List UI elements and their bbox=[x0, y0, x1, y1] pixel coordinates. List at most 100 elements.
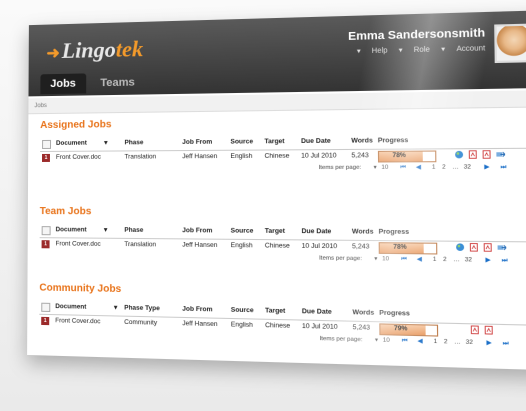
col-words[interactable]: Words bbox=[352, 309, 374, 317]
cell-phase-type: Community bbox=[124, 318, 158, 327]
user-name: Emma Sandersonsmith bbox=[348, 26, 486, 44]
next-page-icon[interactable]: ▶ bbox=[487, 340, 492, 347]
page-1[interactable]: 1 bbox=[434, 339, 438, 346]
prev-page-icon[interactable]: ◀ bbox=[418, 338, 423, 345]
doc-icon: 1 bbox=[41, 240, 50, 249]
chevron-down-icon[interactable]: ▾ bbox=[104, 227, 107, 234]
page-2[interactable]: 2 bbox=[442, 164, 446, 170]
col-progress[interactable]: Progress bbox=[379, 309, 410, 317]
col-words[interactable]: Words bbox=[351, 137, 373, 145]
cell-job-from: Jeff Hansen bbox=[182, 152, 218, 161]
last-page-icon[interactable]: ⏭ bbox=[502, 257, 508, 265]
cell-source: English bbox=[230, 321, 253, 329]
col-document[interactable]: Document bbox=[56, 226, 87, 233]
avatar[interactable] bbox=[494, 23, 526, 64]
cell-job-from: Jeff Hansen bbox=[182, 241, 218, 250]
pdf-icon[interactable] bbox=[484, 326, 493, 335]
col-words[interactable]: Words bbox=[352, 228, 374, 236]
page-2[interactable]: 2 bbox=[443, 257, 447, 264]
help-link[interactable]: ▾ Help bbox=[357, 47, 388, 55]
next-page-icon[interactable]: ▶ bbox=[486, 257, 491, 264]
export-icon[interactable] bbox=[496, 150, 505, 159]
cell-document[interactable]: Front Cover.doc bbox=[56, 240, 101, 248]
col-source[interactable]: Source bbox=[230, 138, 253, 145]
col-document[interactable]: Document bbox=[55, 303, 86, 311]
pdf-icon[interactable] bbox=[470, 325, 479, 334]
community-jobs-section: Community Jobs Document ▾ Phase Type Job… bbox=[39, 282, 526, 351]
cell-document[interactable]: Front Cover.doc bbox=[55, 317, 100, 325]
col-target[interactable]: Target bbox=[264, 138, 284, 145]
col-job-from[interactable]: Job From bbox=[182, 306, 212, 314]
per-page-select[interactable]: 10 bbox=[383, 337, 390, 344]
dropdown-arrow-icon[interactable]: ▾ bbox=[374, 165, 377, 171]
dropdown-arrow-icon[interactable]: ▾ bbox=[375, 337, 378, 344]
first-page-icon[interactable]: ⏮ bbox=[400, 165, 406, 172]
tab-jobs[interactable]: Jobs bbox=[40, 73, 86, 95]
page-1[interactable]: 1 bbox=[432, 164, 436, 170]
pdf-icon[interactable] bbox=[483, 243, 492, 252]
col-progress[interactable]: Progress bbox=[378, 137, 409, 145]
account-link[interactable]: ▾ Account bbox=[441, 45, 485, 53]
page-1[interactable]: 1 bbox=[433, 257, 437, 264]
last-page-icon[interactable]: ⏭ bbox=[501, 164, 507, 172]
page-last[interactable]: 32 bbox=[465, 257, 472, 264]
export-icon[interactable] bbox=[497, 243, 506, 252]
next-page-icon[interactable]: ▶ bbox=[484, 164, 489, 170]
page-ellipsis: … bbox=[452, 164, 459, 171]
page-2[interactable]: 2 bbox=[444, 339, 448, 346]
sort-checkbox-icon[interactable] bbox=[41, 302, 51, 312]
col-due-date[interactable]: Due Date bbox=[302, 308, 332, 316]
col-phase[interactable]: Phase bbox=[124, 227, 143, 234]
per-page-select[interactable]: 10 bbox=[381, 165, 388, 171]
pdf-icon[interactable] bbox=[482, 150, 491, 159]
page-last[interactable]: 32 bbox=[466, 339, 473, 346]
cell-source: English bbox=[230, 241, 253, 250]
col-due-date[interactable]: Due Date bbox=[301, 138, 331, 146]
prev-page-icon[interactable]: ◀ bbox=[417, 256, 422, 263]
chevron-down-icon[interactable]: ▾ bbox=[114, 304, 117, 311]
globe-icon[interactable] bbox=[454, 150, 464, 159]
cell-target: Chinese bbox=[264, 152, 290, 160]
items-per-page-label: Items per page: bbox=[319, 255, 362, 263]
user-links: ▾ Help ▾ Role ▾ Account bbox=[348, 44, 486, 56]
col-target[interactable]: Target bbox=[265, 307, 285, 315]
role-link[interactable]: ▾ Role bbox=[399, 46, 430, 54]
first-page-icon[interactable]: ⏮ bbox=[401, 256, 407, 264]
cell-target: Chinese bbox=[264, 242, 290, 250]
user-menu: Emma Sandersonsmith ▾ Help ▾ Role ▾ Acco… bbox=[348, 27, 485, 56]
doc-icon: 1 bbox=[41, 316, 50, 326]
items-per-page-label: Items per page: bbox=[318, 164, 362, 172]
per-page-select[interactable]: 10 bbox=[382, 256, 389, 262]
col-job-from[interactable]: Job From bbox=[182, 139, 212, 146]
sort-checkbox-icon[interactable] bbox=[41, 226, 51, 236]
globe-icon[interactable] bbox=[455, 243, 465, 252]
pdf-icon[interactable] bbox=[468, 150, 477, 159]
col-source[interactable]: Source bbox=[231, 227, 254, 234]
chevron-down-icon[interactable]: ▾ bbox=[104, 139, 107, 146]
tab-teams[interactable]: Teams bbox=[90, 72, 145, 93]
col-job-from[interactable]: Job From bbox=[182, 227, 212, 234]
section-title: Assigned Jobs bbox=[40, 119, 112, 132]
first-page-icon[interactable]: ⏮ bbox=[402, 338, 408, 346]
cell-document[interactable]: Front Cover.doc bbox=[56, 154, 101, 161]
col-phase[interactable]: Phase bbox=[125, 139, 144, 146]
col-due-date[interactable]: Due Date bbox=[301, 228, 331, 236]
sort-checkbox-icon[interactable] bbox=[42, 139, 52, 149]
last-page-icon[interactable]: ⏭ bbox=[503, 340, 509, 348]
col-source[interactable]: Source bbox=[231, 306, 254, 314]
cell-target: Chinese bbox=[265, 321, 291, 330]
progress-bar: 78% bbox=[377, 150, 437, 163]
pdf-icon[interactable] bbox=[469, 243, 478, 252]
col-document[interactable]: Document bbox=[56, 140, 87, 147]
prev-page-icon[interactable]: ◀ bbox=[416, 164, 421, 170]
dropdown-arrow-icon[interactable]: ▾ bbox=[374, 256, 377, 262]
cell-phase: Translation bbox=[124, 240, 157, 249]
cell-words: 5,243 bbox=[351, 242, 370, 251]
col-progress[interactable]: Progress bbox=[379, 228, 410, 236]
page-last[interactable]: 32 bbox=[464, 164, 471, 170]
col-target[interactable]: Target bbox=[265, 228, 285, 235]
col-phase-type[interactable]: Phase Type bbox=[124, 304, 160, 312]
cell-due-date: 10 Jul 2010 bbox=[301, 322, 338, 331]
cell-phase: Translation bbox=[124, 153, 157, 161]
logo-arrow-icon: ➜ bbox=[46, 45, 60, 63]
